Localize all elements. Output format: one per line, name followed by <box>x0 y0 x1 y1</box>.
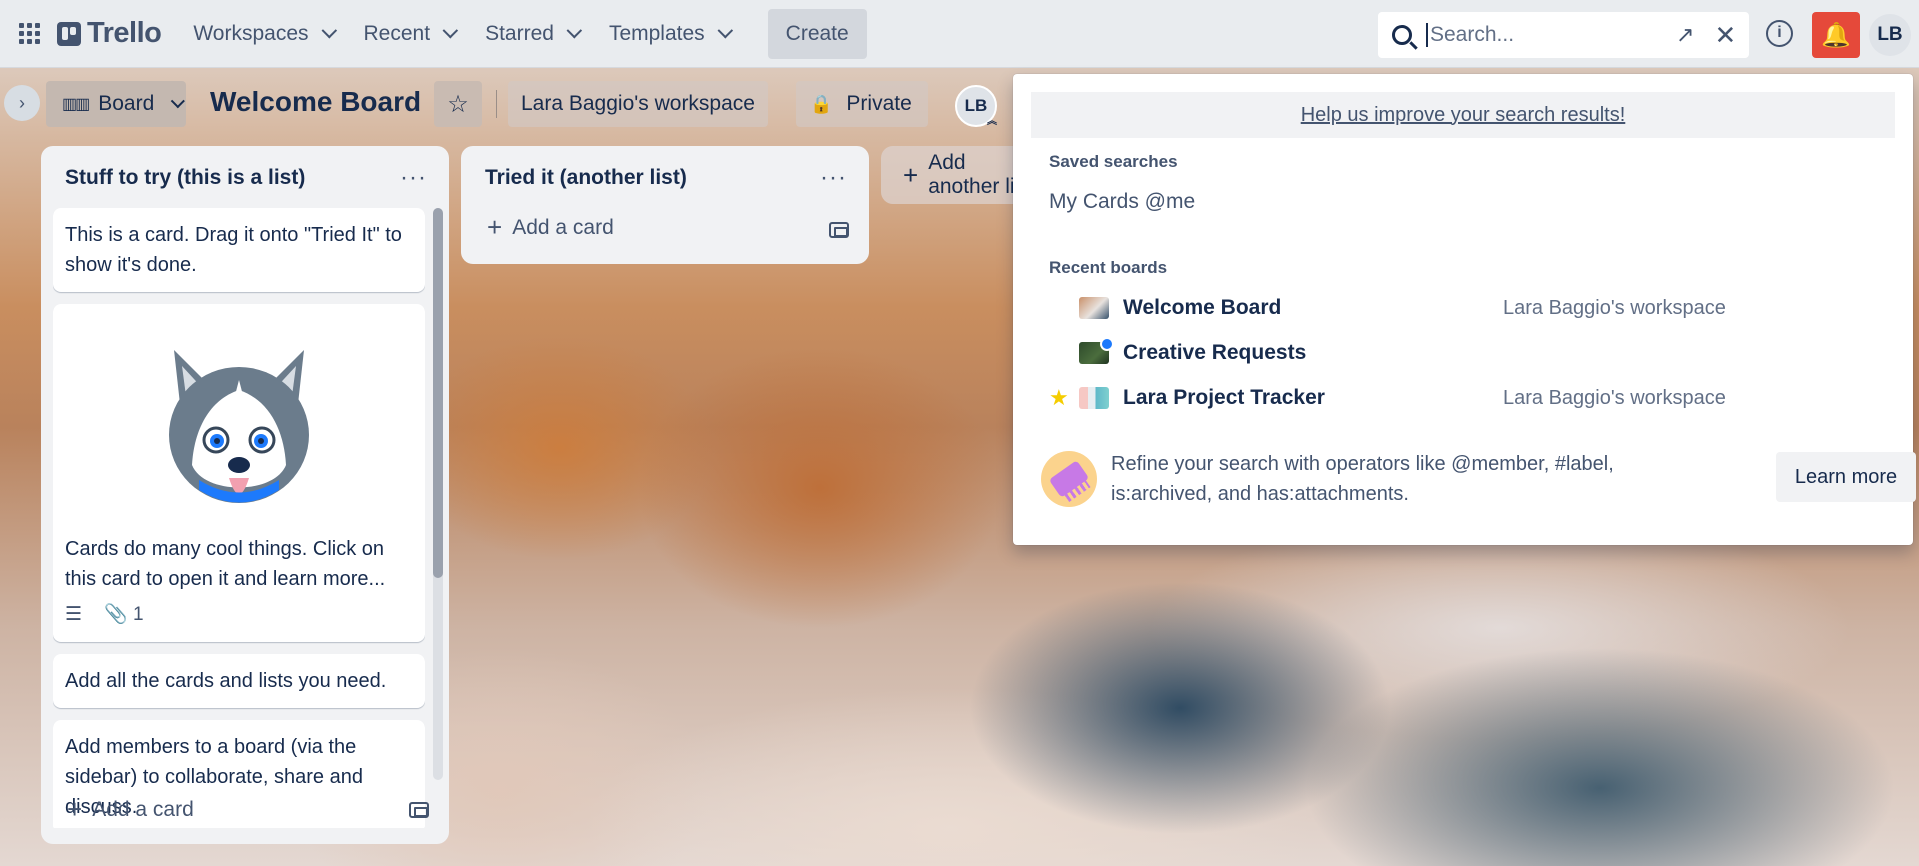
lock-icon: 🔒 <box>810 93 833 114</box>
nav-recent-label: Recent <box>363 21 431 45</box>
chevron-down-icon <box>442 22 459 39</box>
list-title[interactable]: Tried it (another list) <box>485 166 687 190</box>
attachment-count: 1 <box>133 604 144 625</box>
admin-chevron-icon: ︽ <box>987 116 997 127</box>
trello-logo[interactable]: Trello <box>57 17 162 50</box>
recent-board-name: Lara Project Tracker <box>1123 386 1325 409</box>
board-thumbnail <box>1079 387 1109 409</box>
add-card-label: Add a card <box>92 797 194 821</box>
search-tip: Refine your search with operators like @… <box>1041 444 1916 514</box>
board-view-switcher[interactable]: ▥▥ Board <box>46 81 186 127</box>
add-card-button[interactable]: + Add a card <box>67 794 194 825</box>
create-from-template-icon[interactable] <box>409 802 429 818</box>
card[interactable]: Cards do many cool things. Click on this… <box>53 304 425 642</box>
board-member-avatar[interactable]: LB ︽ <box>955 85 997 127</box>
list-tried-it: Tried it (another list) ··· + Add a card <box>461 146 869 264</box>
paperclip-icon: 📎 <box>104 604 128 625</box>
add-card-button[interactable]: + Add a card <box>487 212 614 243</box>
saved-search-item[interactable]: My Cards @me <box>1049 190 1195 214</box>
expand-sidebar-button[interactable]: › <box>4 85 40 121</box>
card-container: This is a card. Drag it onto "Tried It" … <box>53 208 425 828</box>
list-title[interactable]: Stuff to try (this is a list) <box>65 166 305 190</box>
recent-boards-label: Recent boards <box>1049 258 1168 277</box>
plus-icon: + <box>67 794 83 824</box>
list-actions-icon[interactable]: ··· <box>400 166 427 190</box>
recent-board-item[interactable]: Welcome Board Lara Baggio's workspace <box>1049 288 1889 328</box>
feedback-bar: Help us improve your search results! <box>1031 92 1895 138</box>
nav-workspaces[interactable]: Workspaces <box>193 21 337 46</box>
trello-logo-icon <box>57 21 81 46</box>
card-title: This is a card. Drag it onto "Tried It" … <box>65 224 402 276</box>
board-view-icon: ▥▥ <box>62 96 90 113</box>
app-switcher-icon[interactable] <box>19 22 41 45</box>
add-card-label: Add a card <box>512 215 614 239</box>
chevron-down-icon <box>566 22 583 39</box>
notifications-button[interactable]: 🔔 <box>1812 12 1860 58</box>
logo-text: Trello <box>87 17 162 49</box>
card-cover-husky-image <box>65 316 413 534</box>
chevron-down-icon <box>321 22 337 39</box>
board-title[interactable]: Welcome Board <box>210 86 421 118</box>
recent-board-item[interactable]: ★ Lara Project Tracker Lara Baggio's wor… <box>1049 378 1889 418</box>
member-initials: LB <box>964 96 988 115</box>
nav-starred[interactable]: Starred <box>485 21 583 46</box>
close-icon[interactable]: ✕ <box>1714 20 1736 51</box>
list-actions-icon[interactable]: ··· <box>820 166 847 190</box>
recent-board-item[interactable]: Creative Requests <box>1049 333 1889 373</box>
scroll-thumb[interactable] <box>433 208 443 578</box>
card-title: Cards do many cool things. Click on this… <box>65 538 386 590</box>
search-box[interactable]: ↗ ✕ <box>1378 12 1749 58</box>
recent-board-name: Creative Requests <box>1123 341 1307 364</box>
board-thumbnail <box>1079 337 1114 364</box>
chevron-down-icon <box>171 94 186 109</box>
card-title: Add all the cards and lists you need. <box>65 670 387 692</box>
recent-board-name: Welcome Board <box>1123 296 1282 319</box>
feedback-link[interactable]: Help us improve your search results! <box>1301 104 1626 127</box>
recent-board-workspace: Lara Baggio's workspace <box>1503 386 1726 409</box>
board-view-label: Board <box>98 92 155 115</box>
search-input[interactable] <box>1426 23 1666 47</box>
saved-searches-label: Saved searches <box>1049 152 1178 171</box>
attachment-badge: 📎 1 <box>104 600 144 630</box>
expand-arrow-icon[interactable]: ↗ <box>1676 22 1694 48</box>
nav-recent[interactable]: Recent <box>363 21 459 46</box>
chevron-down-icon <box>717 22 733 39</box>
visibility-button[interactable]: 🔒 Private <box>796 81 928 127</box>
star-board-button[interactable]: ☆ <box>434 81 482 127</box>
plus-icon: + <box>903 159 919 190</box>
card[interactable]: This is a card. Drag it onto "Tried It" … <box>53 208 425 292</box>
visibility-label: Private <box>846 92 912 115</box>
header-divider <box>496 90 497 118</box>
nav-starred-label: Starred <box>485 21 554 45</box>
nav-templates-label: Templates <box>608 21 705 45</box>
husky-image <box>169 350 309 503</box>
info-icon[interactable]: i <box>1766 20 1793 47</box>
create-button[interactable]: Create <box>767 8 867 59</box>
list-stuff-to-try: Stuff to try (this is a list) ··· This i… <box>41 146 449 844</box>
account-avatar[interactable]: LB <box>1869 14 1911 56</box>
search-icon <box>1392 25 1412 45</box>
bell-icon: 🔔 <box>1821 21 1851 49</box>
star-icon[interactable]: ★ <box>1049 385 1079 411</box>
plus-icon: + <box>487 212 503 242</box>
create-from-template-icon[interactable] <box>829 222 849 238</box>
learn-more-button[interactable]: Learn more <box>1776 452 1916 502</box>
card[interactable]: Add all the cards and lists you need. <box>53 654 425 708</box>
list-scrollbar[interactable] <box>433 208 443 780</box>
recent-board-workspace: Lara Baggio's workspace <box>1503 296 1726 319</box>
nav-templates[interactable]: Templates <box>608 21 733 46</box>
search-tip-text: Refine your search with operators like @… <box>1111 453 1614 505</box>
nav-workspaces-label: Workspaces <box>193 21 309 45</box>
search-popover: Help us improve your search results! Sav… <box>1013 74 1916 545</box>
card-badges: ☰ 📎 1 <box>65 600 413 630</box>
workspace-button[interactable]: Lara Baggio's workspace <box>508 81 768 127</box>
description-icon: ☰ <box>65 604 83 625</box>
board-thumbnail <box>1079 297 1109 319</box>
comb-icon <box>1041 451 1097 507</box>
